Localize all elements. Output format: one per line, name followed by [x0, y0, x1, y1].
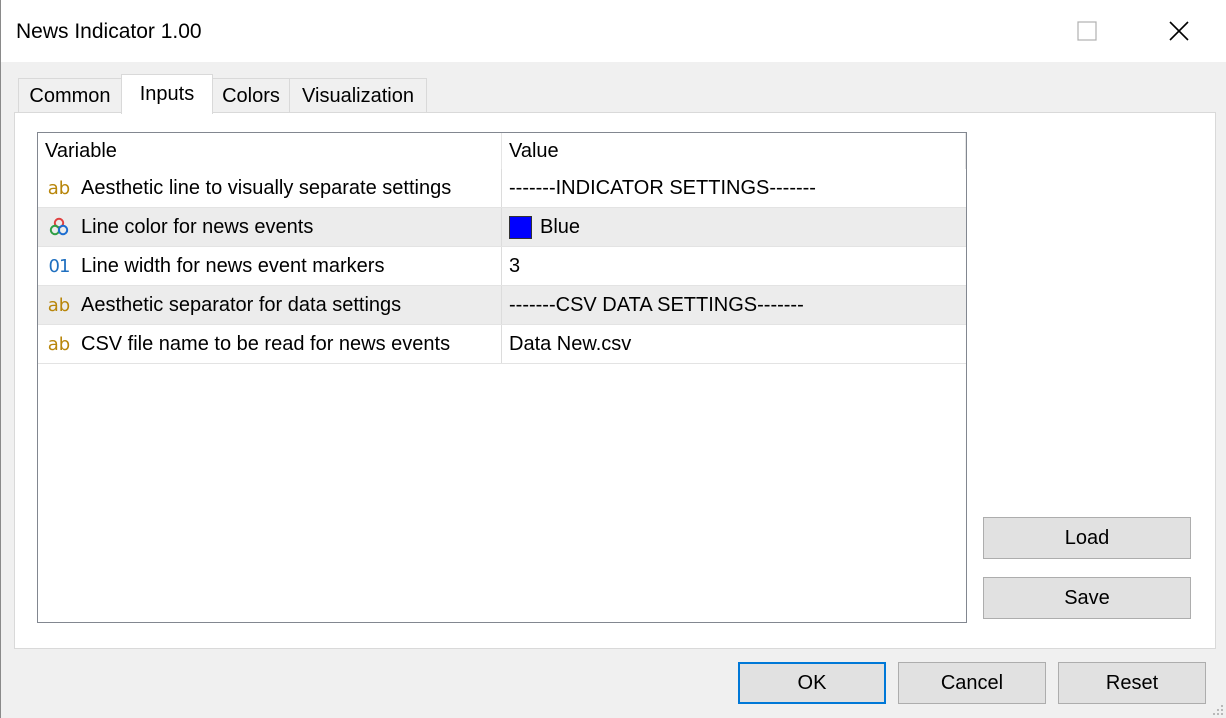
value-cell[interactable]: Blue	[502, 208, 966, 246]
inputs-grid[interactable]: Variable Value ab Aesthetic line to visu…	[37, 132, 967, 623]
table-row[interactable]: 01 Line width for news event markers 3	[38, 247, 966, 286]
variable-cell: ab Aesthetic line to visually separate s…	[38, 169, 502, 207]
value-text: -------INDICATOR SETTINGS-------	[509, 176, 816, 199]
value-cell[interactable]: 3	[502, 247, 966, 285]
variable-cell: ab Aesthetic separator for data settings	[38, 286, 502, 324]
save-button[interactable]: Save	[983, 577, 1191, 619]
variable-cell: Line color for news events	[38, 208, 502, 246]
variable-label: CSV file name to be read for news events	[81, 332, 451, 355]
value-cell[interactable]: Data New.csv	[502, 325, 966, 363]
tab-colors[interactable]: Colors	[212, 78, 290, 113]
close-icon	[1169, 21, 1189, 41]
value-text: 3	[509, 254, 521, 277]
table-row[interactable]: ab Aesthetic separator for data settings…	[38, 286, 966, 325]
title-bar: News Indicator 1.00	[1, 0, 1226, 62]
variable-label: Line color for news events	[81, 215, 314, 238]
maximize-icon	[1077, 21, 1097, 41]
window-title: News Indicator 1.00	[16, 20, 202, 43]
close-button[interactable]	[1133, 0, 1225, 62]
variable-label: Aesthetic line to visually separate sett…	[81, 176, 452, 199]
variable-label: Line width for news event markers	[81, 254, 385, 277]
value-text: Data New.csv	[509, 332, 632, 355]
variable-label: Aesthetic separator for data settings	[81, 293, 402, 316]
ok-button[interactable]: OK	[738, 662, 886, 704]
string-type-icon: ab	[47, 294, 71, 316]
value-cell[interactable]: -------INDICATOR SETTINGS-------	[502, 169, 966, 207]
variable-cell: 01 Line width for news event markers	[38, 247, 502, 285]
column-header-value[interactable]: Value	[502, 133, 966, 169]
integer-type-icon: 01	[48, 255, 71, 277]
maximize-button[interactable]	[1041, 0, 1133, 62]
value-text: Blue	[540, 215, 581, 238]
resize-grip-icon[interactable]	[1212, 704, 1224, 716]
tab-inputs[interactable]: Inputs	[121, 74, 213, 114]
grid-header: Variable Value	[38, 133, 966, 169]
table-row[interactable]: ab CSV file name to be read for news eve…	[38, 325, 966, 364]
reset-button[interactable]: Reset	[1058, 662, 1206, 704]
value-text: -------CSV DATA SETTINGS-------	[509, 293, 804, 316]
color-type-icon	[46, 214, 72, 240]
cancel-button[interactable]: Cancel	[898, 662, 1046, 704]
dialog-window: News Indicator 1.00 Common Inputs Colors…	[0, 0, 1226, 718]
table-row[interactable]: Line color for news events Blue	[38, 208, 966, 247]
string-type-icon: ab	[47, 177, 71, 199]
tab-common[interactable]: Common	[18, 78, 122, 113]
tab-visualization[interactable]: Visualization	[289, 78, 427, 113]
variable-cell: ab CSV file name to be read for news eve…	[38, 325, 502, 363]
column-header-variable[interactable]: Variable	[38, 133, 502, 169]
color-swatch	[509, 215, 532, 239]
minimize-button[interactable]	[949, 0, 1041, 62]
load-button[interactable]: Load	[983, 517, 1191, 559]
string-type-icon: ab	[47, 333, 71, 355]
value-cell[interactable]: -------CSV DATA SETTINGS-------	[502, 286, 966, 324]
table-row[interactable]: ab Aesthetic line to visually separate s…	[38, 169, 966, 208]
